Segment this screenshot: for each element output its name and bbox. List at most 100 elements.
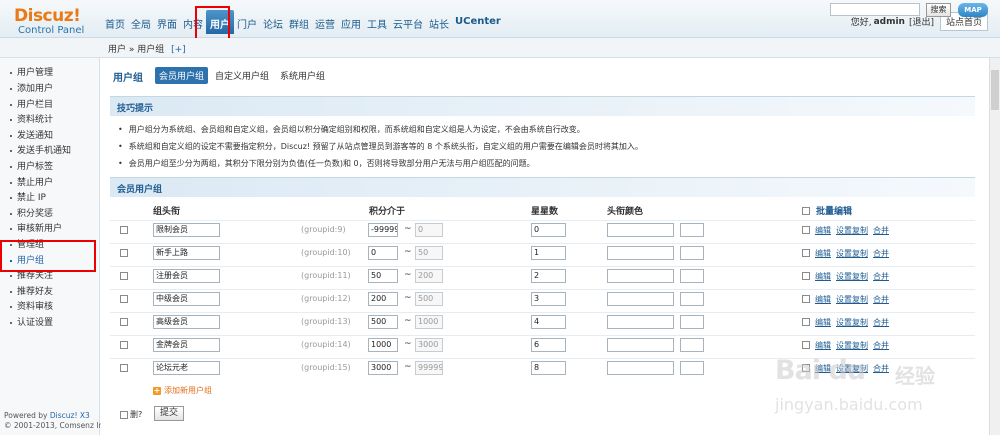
add-shortcut-link[interactable]: [+] <box>171 45 186 55</box>
tab-system-groups[interactable]: 系统用户组 <box>276 67 329 84</box>
nav-group[interactable]: 群组 <box>286 10 312 38</box>
sidebar-item-send-notice[interactable]: 发送通知 <box>10 128 53 141</box>
credits-min-input[interactable]: 3000 <box>368 361 398 375</box>
batch-edit-label[interactable]: 批量编辑 <box>816 204 852 217</box>
stars-input[interactable]: 1 <box>531 246 566 260</box>
stars-input[interactable]: 3 <box>531 292 566 306</box>
group-name-input[interactable]: 注册会员 <box>153 269 220 283</box>
search-button[interactable]: 搜索 <box>926 3 951 17</box>
batch-checkbox[interactable] <box>802 364 810 372</box>
merge-link[interactable]: 合并 <box>873 272 889 281</box>
credits-min-input[interactable]: 50 <box>368 269 398 283</box>
add-new-group-link[interactable]: + 添加新用户组 <box>153 385 212 396</box>
batch-checkbox[interactable] <box>802 249 810 257</box>
merge-link[interactable]: 合并 <box>873 226 889 235</box>
nav-webmaster[interactable]: 站长 <box>426 10 452 38</box>
color-picker-swatch[interactable] <box>680 361 704 375</box>
copy-settings-link[interactable]: 设置复制 <box>836 364 868 373</box>
group-name-input[interactable]: 高级会员 <box>153 315 220 329</box>
delete-checkbox[interactable] <box>120 226 128 234</box>
group-name-input[interactable]: 新手上路 <box>153 246 220 260</box>
stars-input[interactable]: 6 <box>531 338 566 352</box>
sidebar-item-add-user[interactable]: 添加用户 <box>10 81 53 94</box>
edit-link[interactable]: 编辑 <box>815 318 831 327</box>
group-name-input[interactable]: 论坛元老 <box>153 361 220 375</box>
copy-settings-link[interactable]: 设置复制 <box>836 341 868 350</box>
edit-link[interactable]: 编辑 <box>815 364 831 373</box>
delete-checkbox[interactable] <box>120 249 128 257</box>
sidebar-item-user-columns[interactable]: 用户栏目 <box>10 97 53 110</box>
nav-cloud[interactable]: 云平台 <box>390 10 426 38</box>
copy-settings-link[interactable]: 设置复制 <box>836 226 868 235</box>
color-picker-swatch[interactable] <box>680 223 704 237</box>
batch-checkbox[interactable] <box>802 226 810 234</box>
color-picker-swatch[interactable] <box>680 246 704 260</box>
search-input[interactable] <box>830 3 920 16</box>
color-picker-swatch[interactable] <box>680 315 704 329</box>
scrollbar-thumb[interactable] <box>991 70 999 110</box>
batch-checkbox[interactable] <box>802 295 810 303</box>
nav-forum[interactable]: 论坛 <box>260 10 286 38</box>
delete-all-checkbox[interactable] <box>120 410 128 419</box>
title-color-input[interactable] <box>607 223 674 237</box>
title-color-input[interactable] <box>607 246 674 260</box>
nav-portal[interactable]: 门户 <box>234 10 260 38</box>
group-name-input[interactable]: 中级会员 <box>153 292 220 306</box>
nav-user[interactable]: 用户 <box>206 10 234 34</box>
batch-edit-checkbox[interactable] <box>802 206 810 215</box>
copy-settings-link[interactable]: 设置复制 <box>836 295 868 304</box>
group-name-input[interactable]: 限制会员 <box>153 223 220 237</box>
nav-home[interactable]: 首页 <box>102 10 128 38</box>
version-link[interactable]: Discuz! X3 <box>50 411 90 420</box>
submit-button[interactable]: 提交 <box>154 406 184 421</box>
title-color-input[interactable] <box>607 338 674 352</box>
sidebar-item-ban-user[interactable]: 禁止用户 <box>10 175 53 188</box>
delete-checkbox[interactable] <box>120 318 128 326</box>
delete-checkbox[interactable] <box>120 272 128 280</box>
batch-checkbox[interactable] <box>802 318 810 326</box>
merge-link[interactable]: 合并 <box>873 249 889 258</box>
title-color-input[interactable] <box>607 292 674 306</box>
merge-link[interactable]: 合并 <box>873 295 889 304</box>
batch-checkbox[interactable] <box>802 341 810 349</box>
stars-input[interactable]: 0 <box>531 223 566 237</box>
color-picker-swatch[interactable] <box>680 338 704 352</box>
edit-link[interactable]: 编辑 <box>815 295 831 304</box>
merge-link[interactable]: 合并 <box>873 318 889 327</box>
delete-checkbox[interactable] <box>120 295 128 303</box>
copy-settings-link[interactable]: 设置复制 <box>836 249 868 258</box>
credits-min-input[interactable]: -99999 <box>368 223 398 237</box>
copy-settings-link[interactable]: 设置复制 <box>836 318 868 327</box>
sidebar-item-user-manage[interactable]: 用户管理 <box>10 65 53 78</box>
nav-global[interactable]: 全局 <box>128 10 154 38</box>
nav-interface[interactable]: 界面 <box>154 10 180 38</box>
color-picker-swatch[interactable] <box>680 269 704 283</box>
sidebar-item-ban-ip[interactable]: 禁止 IP <box>10 190 46 203</box>
nav-operation[interactable]: 运营 <box>312 10 338 38</box>
stars-input[interactable]: 4 <box>531 315 566 329</box>
edit-link[interactable]: 编辑 <box>815 226 831 235</box>
merge-link[interactable]: 合并 <box>873 341 889 350</box>
edit-link[interactable]: 编辑 <box>815 341 831 350</box>
credits-min-input[interactable]: 0 <box>368 246 398 260</box>
color-picker-swatch[interactable] <box>680 292 704 306</box>
sidebar-item-credits-reward[interactable]: 积分奖惩 <box>10 206 53 219</box>
delete-toggle[interactable]: 删? <box>120 409 142 420</box>
nav-apps[interactable]: 应用 <box>338 10 364 38</box>
batch-checkbox[interactable] <box>802 272 810 280</box>
edit-link[interactable]: 编辑 <box>815 272 831 281</box>
group-name-input[interactable]: 金牌会员 <box>153 338 220 352</box>
nav-ucenter[interactable]: UCenter <box>452 10 504 38</box>
sidebar-item-send-mobile-notice[interactable]: 发送手机通知 <box>10 143 71 156</box>
stars-input[interactable]: 2 <box>531 269 566 283</box>
delete-checkbox[interactable] <box>120 341 128 349</box>
stars-input[interactable]: 8 <box>531 361 566 375</box>
edit-link[interactable]: 编辑 <box>815 249 831 258</box>
tab-custom-groups[interactable]: 自定义用户组 <box>211 67 273 84</box>
sidebar-item-user-tags[interactable]: 用户标签 <box>10 159 53 172</box>
credits-min-input[interactable]: 200 <box>368 292 398 306</box>
title-color-input[interactable] <box>607 315 674 329</box>
add-new-group-label[interactable]: 添加新用户组 <box>164 385 212 396</box>
copy-settings-link[interactable]: 设置复制 <box>836 272 868 281</box>
nav-content[interactable]: 内容 <box>180 10 206 38</box>
